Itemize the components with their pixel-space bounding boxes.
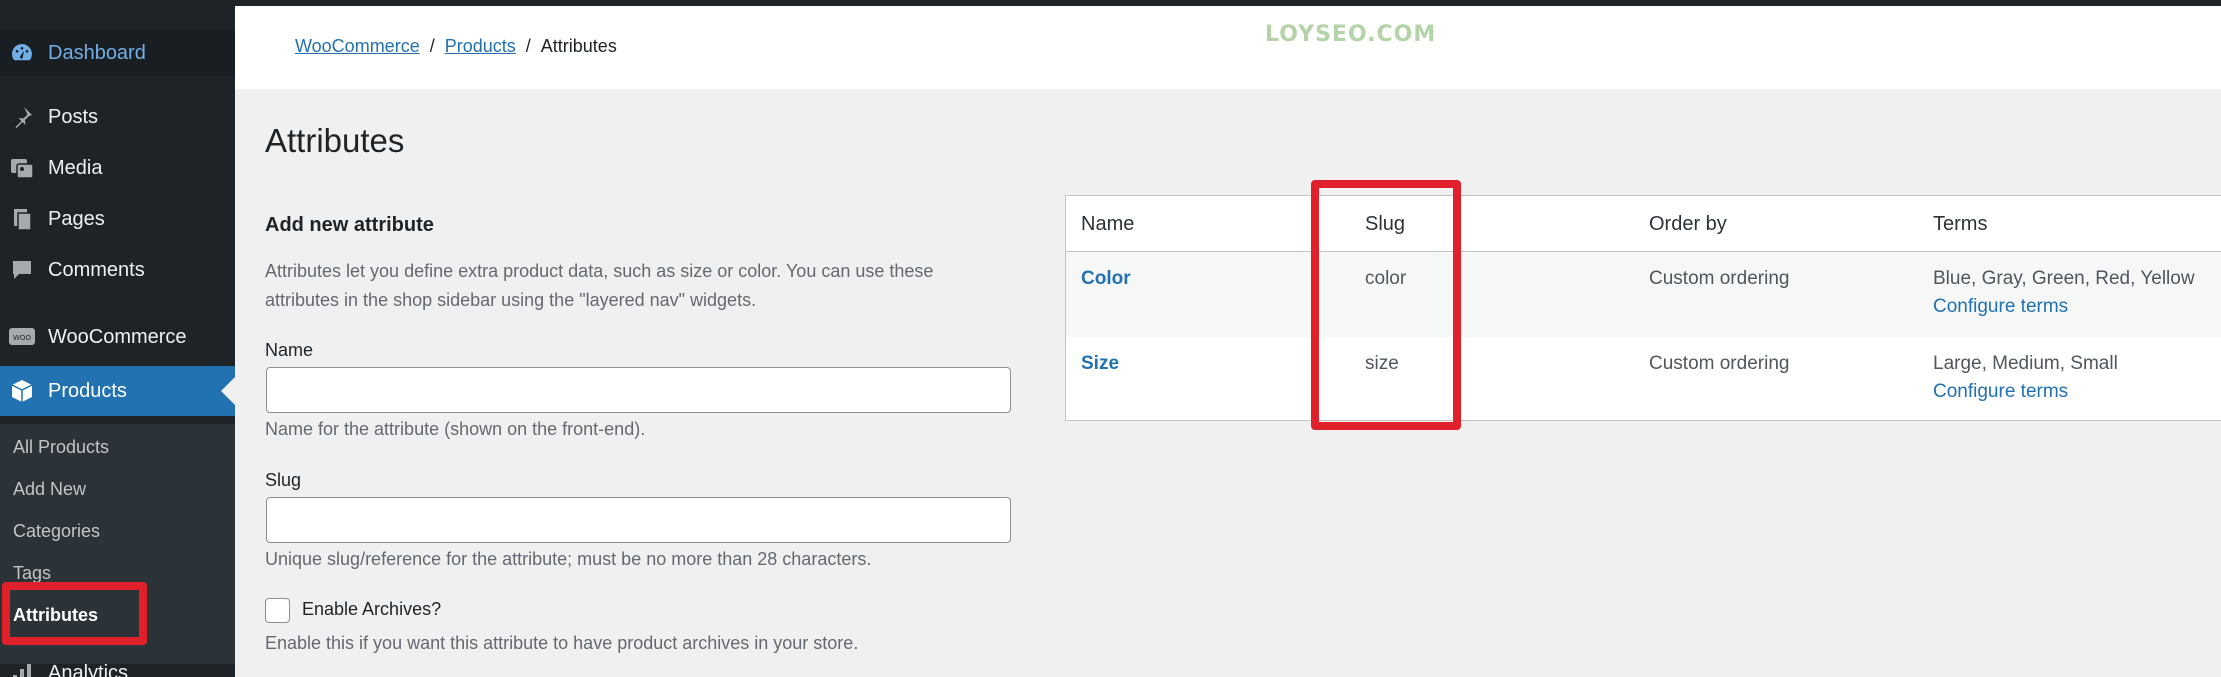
sidebar-item-dashboard[interactable]: Dashboard (0, 30, 235, 76)
sidebar-item-comments[interactable]: Comments (0, 248, 235, 292)
attribute-order-by: Custom ordering (1649, 268, 1790, 289)
watermark: LOYSEO.COM (1265, 22, 1437, 47)
table-row: Size size Custom ordering Large, Medium,… (1066, 337, 2221, 422)
breadcrumb-separator: / (525, 36, 531, 56)
attribute-terms: Large, Medium, Small Configure terms (1933, 353, 2118, 403)
name-input[interactable] (266, 367, 1011, 413)
slug-column-highlight (1311, 180, 1461, 430)
sidebar-item-label: Comments (48, 258, 145, 281)
woo-icon: WOO (8, 323, 36, 351)
slug-hint: Unique slug/reference for the attribute;… (265, 549, 872, 569)
column-header-order-by: Order by (1649, 213, 1727, 235)
attributes-table: Name Slug Order by Terms Color color Cus… (1065, 195, 2221, 421)
sidebar-item-posts[interactable]: Posts (0, 95, 235, 139)
slug-input[interactable] (266, 497, 1011, 543)
sidebar-item-label: Dashboard (48, 41, 146, 64)
form-description: Attributes let you define extra product … (265, 261, 934, 310)
enable-archives-hint: Enable this if you want this attribute t… (265, 633, 859, 653)
form-title: Add new attribute (265, 214, 434, 236)
dashboard-icon (8, 39, 36, 67)
terms-list: Blue, Gray, Green, Red, Yellow (1933, 268, 2195, 289)
products-icon (8, 377, 36, 405)
sidebar-item-label: Pages (48, 207, 105, 230)
breadcrumb-link-woocommerce[interactable]: WooCommerce (295, 36, 420, 57)
submenu-item-all-products[interactable]: All Products (13, 437, 109, 458)
sidebar-item-media[interactable]: Media (0, 146, 235, 190)
breadcrumb-separator: / (429, 36, 435, 56)
name-label: Name (265, 340, 314, 360)
name-hint: Name for the attribute (shown on the fro… (265, 419, 646, 439)
breadcrumb-link-products[interactable]: Products (445, 36, 516, 57)
submenu-item-tags[interactable]: Tags (13, 563, 51, 584)
breadcrumb: WooCommerce / Products / Attributes (295, 36, 617, 57)
page-title: Attributes (265, 122, 405, 159)
submenu-item-add-new[interactable]: Add New (13, 479, 86, 500)
configure-terms-link[interactable]: Configure terms (1933, 381, 2118, 403)
page-header: WooCommerce / Products / Attributes LOYS… (235, 6, 2221, 89)
media-icon (8, 154, 36, 182)
sidebar-item-products[interactable]: Products (0, 366, 235, 416)
table-row: Color color Custom ordering Blue, Gray, … (1066, 252, 2221, 337)
attribute-order-by: Custom ordering (1649, 353, 1790, 374)
slug-label: Slug (265, 470, 302, 490)
svg-text:WOO: WOO (13, 334, 31, 342)
submenu-item-categories[interactable]: Categories (13, 521, 100, 542)
sidebar-item-analytics[interactable]: Analytics (0, 651, 235, 677)
attribute-terms: Blue, Gray, Green, Red, Yellow Configure… (1933, 268, 2195, 318)
enable-archives-label: Enable Archives? (302, 599, 442, 619)
attributes-menu-highlight (2, 582, 147, 645)
sidebar-item-woocommerce[interactable]: WOO WooCommerce (0, 315, 235, 359)
enable-archives-checkbox[interactable] (265, 598, 290, 623)
column-header-name[interactable]: Name (1081, 213, 1134, 236)
pin-icon (8, 103, 36, 131)
configure-terms-link[interactable]: Configure terms (1933, 296, 2195, 318)
sidebar-item-label: Media (48, 156, 103, 179)
breadcrumb-current: Attributes (540, 36, 617, 56)
analytics-icon (8, 659, 36, 677)
admin-sidebar: Dashboard Posts Media Pages Comments WOO… (0, 6, 235, 677)
comments-icon (8, 256, 36, 284)
column-header-terms: Terms (1933, 213, 1988, 235)
sidebar-item-pages[interactable]: Pages (0, 197, 235, 241)
sidebar-item-label: Products (48, 379, 127, 402)
active-indicator (221, 377, 235, 405)
sidebar-item-label: WooCommerce (48, 325, 187, 348)
attribute-name-link[interactable]: Color (1081, 268, 1131, 290)
terms-list: Large, Medium, Small (1933, 353, 2118, 374)
sidebar-item-label: Analytics (48, 661, 129, 677)
sidebar-item-label: Posts (48, 105, 99, 128)
attribute-name-link[interactable]: Size (1081, 353, 1119, 375)
pages-icon (8, 205, 36, 233)
